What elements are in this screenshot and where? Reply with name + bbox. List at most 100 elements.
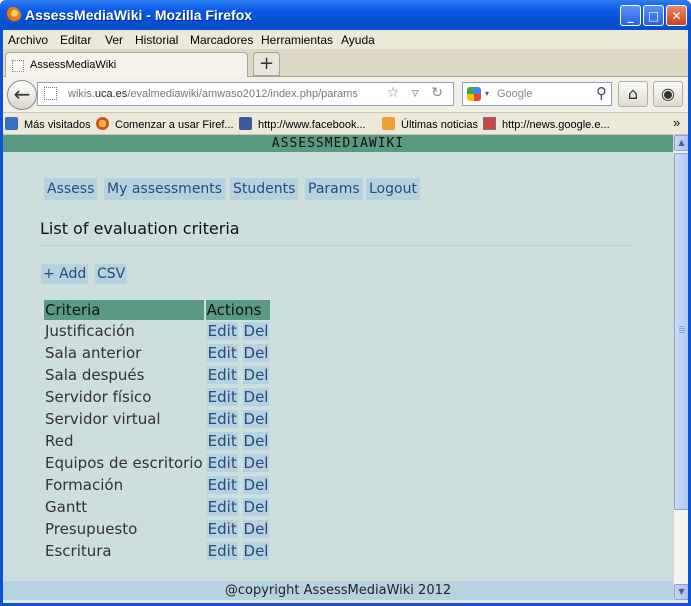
- delete-link[interactable]: Del: [242, 454, 270, 472]
- home-button[interactable]: ⌂: [618, 81, 648, 107]
- menu-historial[interactable]: Historial: [135, 33, 178, 47]
- search-bar[interactable]: ▾ Google ⚲: [462, 82, 612, 106]
- edit-link[interactable]: Edit: [206, 344, 238, 362]
- browser-client-area: Archivo Editar Ver Historial Marcadores …: [3, 30, 688, 603]
- scroll-up-button[interactable]: ▲: [674, 135, 688, 151]
- criteria-actions: Edit Del: [206, 430, 271, 452]
- edit-link[interactable]: Edit: [206, 410, 238, 428]
- delete-link[interactable]: Del: [242, 432, 270, 450]
- bookmark-comenzar[interactable]: Comenzar a usar Firef...: [96, 117, 234, 131]
- menu-marcadores[interactable]: Marcadores: [190, 33, 253, 47]
- vertical-scrollbar[interactable]: ▲ ▼: [673, 135, 688, 600]
- tab-assessmediawiki[interactable]: AssessMediaWiki: [5, 52, 248, 78]
- maximize-button[interactable]: □: [643, 5, 664, 26]
- nav-params[interactable]: Params: [305, 178, 363, 200]
- criteria-actions: Edit Del: [206, 320, 271, 342]
- criteria-actions: Edit Del: [206, 496, 271, 518]
- divider: [40, 245, 632, 246]
- table-row: Red Edit Del: [44, 430, 270, 452]
- home-icon: ⌂: [627, 84, 639, 103]
- criteria-name: Servidor físico: [45, 388, 152, 406]
- menu-ayuda[interactable]: Ayuda: [341, 33, 375, 47]
- delete-link[interactable]: Del: [242, 344, 270, 362]
- news-icon: [483, 117, 496, 130]
- nav-my-assessments[interactable]: My assessments: [104, 178, 226, 200]
- google-engine-icon[interactable]: [467, 87, 481, 101]
- scroll-grip-icon: [679, 326, 685, 334]
- bookmark-facebook[interactable]: http://www.facebook...: [239, 117, 366, 131]
- close-button[interactable]: ✕: [666, 5, 687, 26]
- back-button[interactable]: ←: [7, 80, 37, 110]
- scroll-down-button[interactable]: ▼: [674, 584, 688, 600]
- delete-link[interactable]: Del: [242, 322, 270, 340]
- back-arrow-icon: ←: [13, 82, 31, 106]
- search-icon[interactable]: ⚲: [596, 84, 607, 102]
- bookmark-mas-visitados[interactable]: Más visitados: [5, 117, 91, 131]
- criteria-actions: Edit Del: [206, 452, 271, 474]
- edit-link[interactable]: Edit: [206, 388, 238, 406]
- nav-students[interactable]: Students: [230, 178, 299, 200]
- edit-link[interactable]: Edit: [206, 520, 238, 538]
- delete-link[interactable]: Del: [242, 388, 270, 406]
- firefox-icon: [96, 117, 109, 130]
- search-placeholder: Google: [497, 88, 533, 100]
- criteria-table-body: Justificación Edit Del Sala anterior Edit D…: [44, 320, 270, 562]
- bookmark-ultimas-noticias[interactable]: Últimas noticias: [382, 117, 478, 131]
- delete-link[interactable]: Del: [242, 498, 270, 516]
- eye-icon: ◉: [661, 84, 675, 103]
- delete-link[interactable]: Del: [242, 410, 270, 428]
- tab-label: AssessMediaWiki: [30, 59, 117, 71]
- delete-link[interactable]: Del: [242, 542, 270, 560]
- edit-link[interactable]: Edit: [206, 366, 238, 384]
- criteria-name: Red: [45, 432, 74, 450]
- nav-assess[interactable]: Assess: [44, 178, 98, 200]
- navigation-bar: ← wikis.uca.es/evalmediawiki/amwaso2012/…: [3, 77, 688, 113]
- column-header-criteria: Criteria: [44, 300, 204, 320]
- add-criteria-link[interactable]: + Add: [41, 264, 89, 284]
- criteria-name: Justificación: [45, 322, 135, 340]
- edit-link[interactable]: Edit: [206, 498, 238, 516]
- menu-ver[interactable]: Ver: [105, 33, 123, 47]
- site-identity-icon[interactable]: [44, 87, 57, 100]
- delete-link[interactable]: Del: [242, 520, 270, 538]
- edit-link[interactable]: Edit: [206, 432, 238, 450]
- page-favicon-icon: [12, 60, 24, 72]
- table-header-row: Criteria Actions: [44, 300, 271, 320]
- bookmark-google-news[interactable]: http://news.google.e...: [483, 117, 610, 131]
- most-visited-icon: [5, 117, 18, 130]
- bookmarks-toolbar: Más visitados Comenzar a usar Firef... h…: [3, 113, 688, 135]
- edit-link[interactable]: Edit: [206, 542, 238, 560]
- criteria-actions: Edit Del: [206, 540, 271, 562]
- edit-link[interactable]: Edit: [206, 454, 238, 472]
- addon-eye-button[interactable]: ◉: [653, 81, 683, 107]
- criteria-actions: Edit Del: [206, 474, 271, 496]
- menu-bar: Archivo Editar Ver Historial Marcadores …: [3, 30, 688, 49]
- delete-link[interactable]: Del: [242, 476, 270, 494]
- tab-strip: AssessMediaWiki +: [3, 49, 688, 78]
- menu-editar[interactable]: Editar: [60, 33, 91, 47]
- menu-archivo[interactable]: Archivo: [8, 33, 48, 47]
- bookmark-star-and-reload-icons[interactable]: ☆ ▿ ↻: [387, 85, 447, 101]
- table-row: Formación Edit Del: [44, 474, 270, 496]
- url-bar[interactable]: wikis.uca.es/evalmediawiki/amwaso2012/in…: [37, 82, 454, 106]
- bookmarks-overflow-button[interactable]: »: [673, 115, 680, 130]
- browser-window: AssessMediaWiki - Mozilla Firefox _ □ ✕ …: [0, 0, 691, 606]
- scroll-thumb[interactable]: [674, 153, 688, 510]
- criteria-name: Presupuesto: [45, 520, 138, 538]
- edit-link[interactable]: Edit: [206, 322, 238, 340]
- page-viewport: ASSESSMEDIAWIKI Assess My assessments St…: [3, 135, 673, 600]
- table-row: Sala después Edit Del: [44, 364, 270, 386]
- new-tab-button[interactable]: +: [253, 52, 280, 76]
- delete-link[interactable]: Del: [242, 366, 270, 384]
- engine-dropdown-icon[interactable]: ▾: [485, 89, 489, 98]
- table-row: Escritura Edit Del: [44, 540, 270, 562]
- menu-herramientas[interactable]: Herramientas: [261, 33, 333, 47]
- edit-link[interactable]: Edit: [206, 476, 238, 494]
- table-row: Presupuesto Edit Del: [44, 518, 270, 540]
- csv-link[interactable]: CSV: [95, 264, 128, 284]
- criteria-actions: Edit Del: [206, 408, 271, 430]
- minimize-button[interactable]: _: [620, 5, 641, 26]
- nav-logout[interactable]: Logout: [366, 178, 420, 200]
- criteria-table: Criteria Actions Justificación Edit Del Sa…: [42, 300, 272, 562]
- criteria-actions: Edit Del: [206, 364, 271, 386]
